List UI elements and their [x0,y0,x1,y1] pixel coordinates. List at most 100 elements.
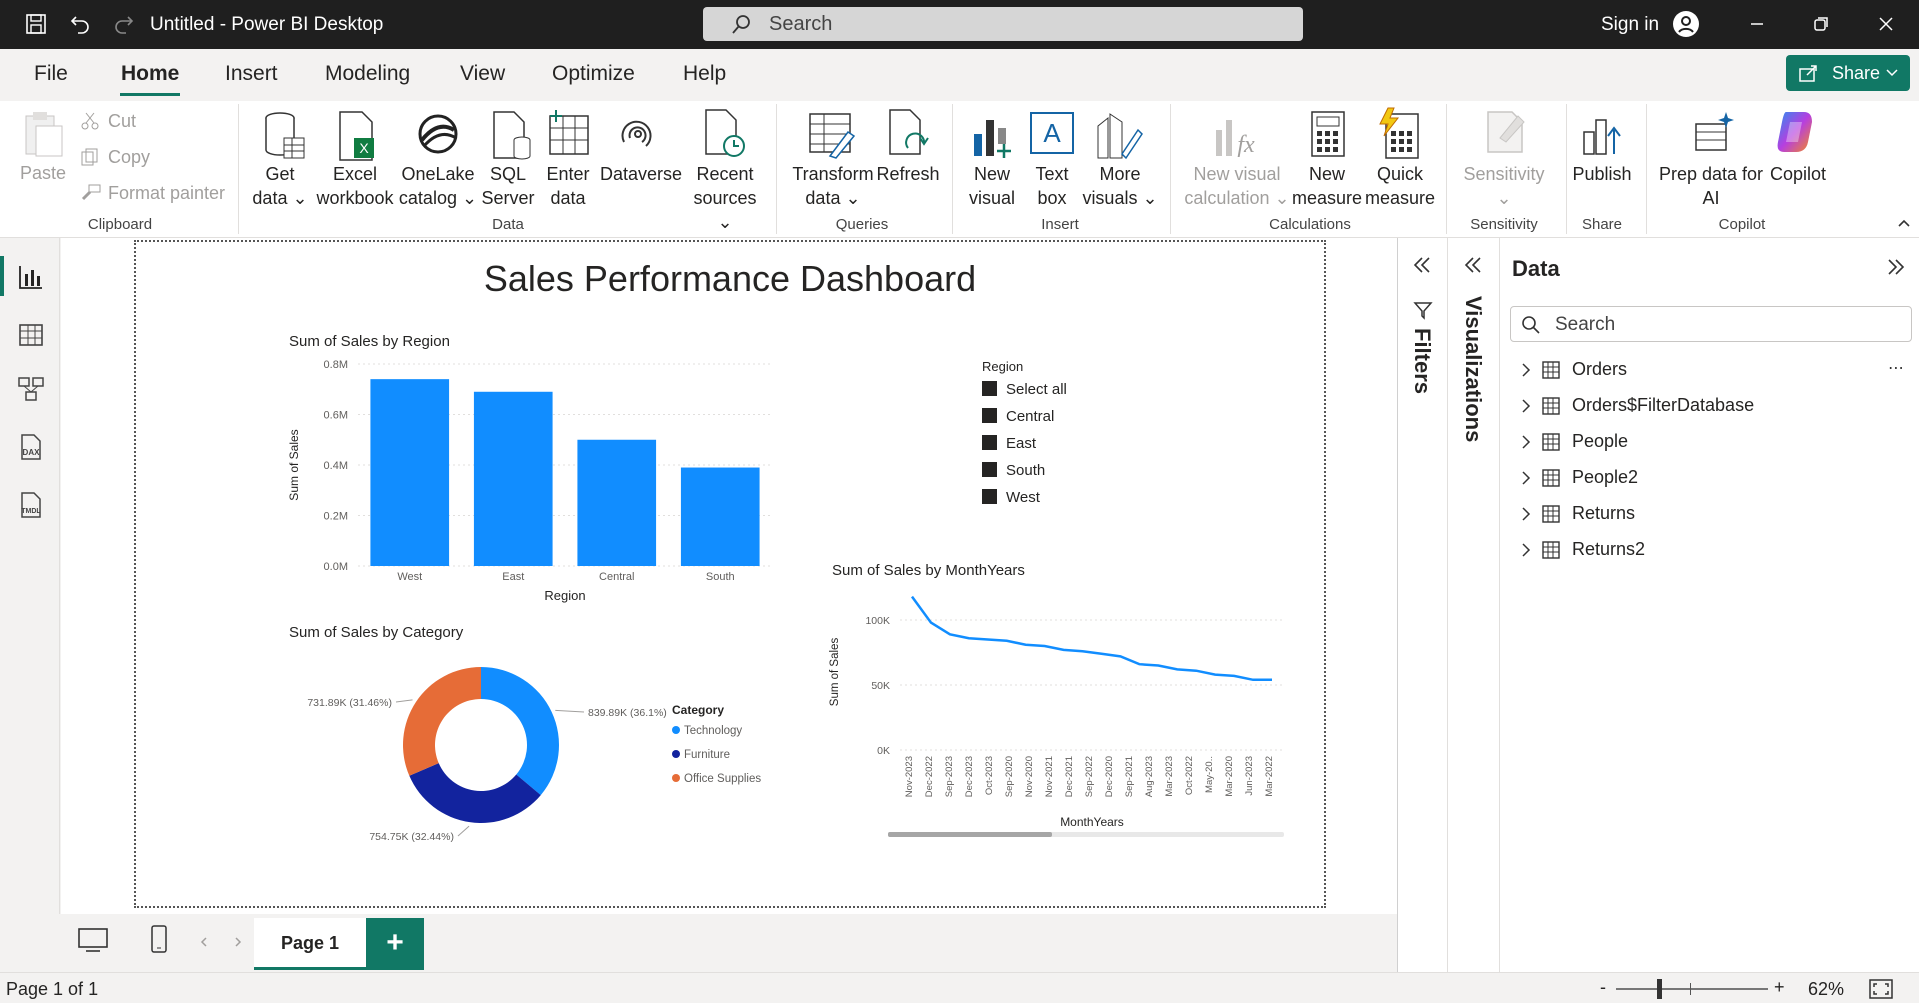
menu-optimize[interactable]: Optimize [552,62,635,86]
close-icon[interactable] [1872,10,1900,38]
global-search-input[interactable]: Search [703,7,1303,41]
visualizations-pane[interactable]: Visualizations [1447,238,1499,972]
collapse-ribbon-icon[interactable] [1897,217,1911,229]
restore-icon[interactable] [1807,10,1835,38]
chevron-right-icon[interactable] [1520,434,1532,450]
copilot-button[interactable]: Copilot [1766,162,1830,186]
zoom-in-button[interactable]: + [1774,977,1785,998]
undo-icon[interactable] [66,10,94,38]
menu-help[interactable]: Help [683,62,726,86]
excel-workbook-button[interactable]: Excel workbook [312,162,398,210]
data-table-item[interactable]: People [1520,430,1900,454]
data-table-item[interactable]: People2 [1520,466,1900,490]
donut-slice-technology[interactable] [481,667,559,796]
data-table-item[interactable]: Returns2 [1520,538,1900,562]
zoom-slider-thumb[interactable] [1657,979,1662,999]
report-view-icon[interactable] [16,262,46,292]
line-chart[interactable]: 0K 50K 100K Nov-2023 Dec-2022 Sep-2023 Dec-202… [826,586,1296,840]
donut-chart[interactable]: 839.89K (36.1%) 754.75K (32.44%) 731.89K (… [280,640,780,852]
collapse-data-pane-icon[interactable] [1886,258,1906,276]
menu-file[interactable]: File [34,62,68,86]
visualizations-pane-label[interactable]: Visualizations [1460,296,1486,442]
get-data-button[interactable]: Get data ⌄ [250,162,310,210]
zoom-slider-track[interactable] [1616,988,1768,990]
slicer-item-east[interactable]: East [982,435,1036,452]
page-next-icon[interactable] [232,936,244,948]
cut-button[interactable]: Cut [108,111,136,132]
chevron-right-icon[interactable] [1520,398,1532,414]
chevron-right-icon[interactable] [1520,362,1532,378]
slicer-item-central[interactable]: Central [982,408,1054,425]
chevron-right-icon[interactable] [1520,542,1532,558]
slicer-item-south[interactable]: South [982,462,1045,479]
data-table-item[interactable]: Orders [1520,358,1900,382]
slicer-checkbox[interactable] [982,435,997,450]
slicer-checkbox[interactable] [982,408,997,423]
menu-home[interactable]: Home [121,62,179,86]
new-measure-button[interactable]: New measure [1290,162,1364,210]
menu-modeling[interactable]: Modeling [325,62,410,86]
donut-slice-office-supplies[interactable] [403,667,481,776]
redo-icon[interactable] [110,10,138,38]
donut-legend-label[interactable]: Furniture [684,749,730,761]
bar-west[interactable] [370,379,450,566]
recent-sources-button[interactable]: Recent sources ⌄ [690,162,760,234]
sql-server-button[interactable]: SQL Server [478,162,538,210]
expand-visualizations-icon[interactable] [1463,256,1483,274]
line-scrollbar-thumb[interactable] [888,832,1052,837]
data-search-input[interactable]: Search [1510,306,1912,342]
table-view-icon[interactable] [16,320,46,350]
new-visual-button[interactable]: New visual [960,162,1024,210]
page-prev-icon[interactable] [198,936,210,948]
data-table-item[interactable]: Orders$FilterDatabase [1520,394,1900,418]
enter-data-button[interactable]: Enter data [540,162,596,210]
sign-in-link[interactable]: Sign in [1601,14,1659,36]
slicer-checkbox[interactable] [982,462,997,477]
menu-insert[interactable]: Insert [225,62,278,86]
slicer-checkbox[interactable] [982,489,997,504]
share-button[interactable]: Share [1786,55,1910,91]
save-icon[interactable] [22,10,50,38]
tab-page-1[interactable]: Page 1 [254,918,366,970]
slicer-item-select-all[interactable]: Select all [982,381,1067,398]
filters-pane[interactable]: Filters [1397,238,1447,972]
model-view-icon[interactable] [16,374,46,404]
prep-data-for-ai-button[interactable]: Prep data for AI [1654,162,1768,210]
menu-view[interactable]: View [460,62,505,86]
chevron-right-icon[interactable] [1520,470,1532,486]
paste-button[interactable]: Paste [18,161,68,185]
mobile-layout-icon[interactable] [148,924,170,954]
more-visuals-button[interactable]: More visuals ⌄ [1082,162,1158,210]
zoom-out-button[interactable]: - [1600,977,1606,998]
add-page-button[interactable]: + [366,918,424,970]
donut-legend-label[interactable]: Office Supplies [684,773,761,785]
collapse-filters-icon[interactable] [1412,256,1432,274]
tmdl-view-icon[interactable]: TMDL [16,490,46,520]
copy-button[interactable]: Copy [108,147,150,168]
minimize-icon[interactable] [1743,10,1771,38]
refresh-button[interactable]: Refresh [876,162,940,186]
desktop-layout-icon[interactable] [76,926,110,954]
filters-pane-label[interactable]: Filters [1409,328,1435,394]
dataverse-button[interactable]: Dataverse [598,162,684,186]
fit-to-page-icon[interactable] [1868,978,1894,1000]
line-series[interactable] [910,595,1272,682]
bar-east[interactable] [473,391,553,566]
new-visual-calculation-button[interactable]: New visual calculation ⌄ [1182,162,1292,210]
bar-central[interactable] [577,439,657,566]
bar-chart[interactable]: 0.0M 0.2M 0.4M 0.6M 0.8M West East Central South… [280,352,780,608]
chevron-right-icon[interactable] [1520,506,1532,522]
donut-legend-label[interactable]: Technology [684,725,742,737]
format-painter-button[interactable]: Format painter [108,183,225,204]
data-table-item[interactable]: Returns [1520,502,1900,526]
quick-measure-button[interactable]: Quick measure [1364,162,1436,210]
sensitivity-button[interactable]: Sensitivity ⌄ [1456,162,1552,210]
publish-button[interactable]: Publish [1566,162,1638,186]
bar-south[interactable] [680,467,760,566]
slicer-item-west[interactable]: West [982,489,1040,506]
account-icon[interactable] [1672,10,1700,38]
onelake-catalog-button[interactable]: OneLake catalog ⌄ [398,162,478,210]
slicer-checkbox[interactable] [982,381,997,396]
dax-query-view-icon[interactable]: DAX [16,432,46,462]
text-box-button[interactable]: Text box [1022,162,1082,210]
